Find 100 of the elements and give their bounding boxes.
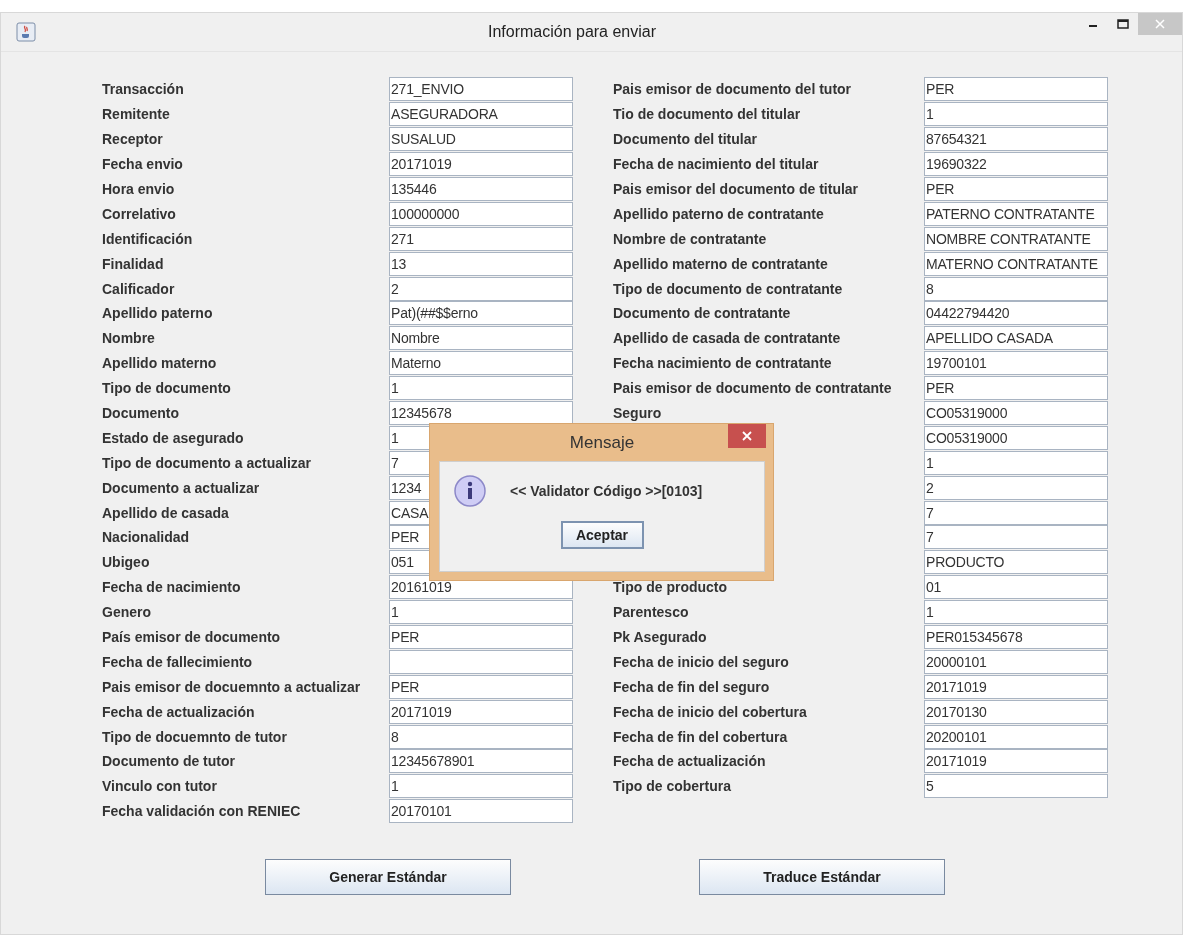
field-label: Calificador	[102, 280, 176, 297]
text-field[interactable]: PER	[924, 376, 1108, 401]
window-title: Información para enviar	[486, 23, 657, 41]
field-label: Nombre	[102, 330, 156, 347]
field-label: Tipo de documento de contratante	[613, 280, 844, 297]
field-label: Apellido paterno de contratante	[613, 205, 825, 222]
dialog-title: Mensaje	[569, 432, 635, 453]
field-label: Ubigeo	[102, 554, 151, 571]
text-field[interactable]: 04422794420	[924, 301, 1108, 326]
field-label: Fecha de actualización	[613, 753, 767, 770]
field-label: Fecha de fin del cobertura	[613, 728, 789, 745]
field-label: Pais emisor de docuemnto a actualizar	[102, 678, 362, 695]
field-label: Fecha nacimiento de contratante	[613, 355, 833, 372]
text-field[interactable]: APELLIDO CASADA	[924, 326, 1108, 351]
text-field[interactable]: PER	[924, 177, 1108, 201]
field-label: Fecha de nacimiento del titular	[613, 156, 820, 173]
text-field[interactable]: 20171019	[924, 749, 1108, 774]
text-field[interactable]: 1	[389, 600, 573, 625]
field-label: Apellido de casada de contratante	[613, 330, 842, 347]
text-field[interactable]: 1	[389, 774, 573, 799]
field-label: Documento	[102, 405, 180, 421]
field-label: Apellido materno de contratante	[613, 255, 829, 272]
maximize-icon	[1117, 19, 1129, 29]
close-icon	[742, 431, 752, 441]
text-field[interactable]: 20171019	[389, 699, 573, 724]
close-button[interactable]	[728, 424, 766, 448]
text-field[interactable]: 100000000	[389, 201, 573, 226]
field-label: Transacción	[102, 81, 185, 98]
field-label: Tipo de docuemnto de tutor	[102, 728, 288, 745]
text-field[interactable]: 20171019	[924, 674, 1108, 699]
field-label: Nombre de contratante	[613, 230, 768, 247]
text-field[interactable]: 1	[924, 102, 1108, 127]
action-button[interactable]: Generar Estándar	[265, 858, 511, 895]
text-field[interactable]: 87654321	[924, 127, 1108, 152]
field-label: Finalidad	[102, 255, 165, 272]
action-button[interactable]: Traduce Estándar	[699, 858, 945, 895]
text-field[interactable]: 12345678901	[389, 749, 573, 774]
text-field[interactable]: 2	[924, 475, 1108, 500]
field-label: Nacionalidad	[102, 529, 191, 546]
text-field[interactable]: PATERNO CONTRATANTE	[924, 201, 1108, 226]
text-field[interactable]: 19690322	[924, 152, 1108, 177]
text-field[interactable]: CO05319000	[924, 401, 1108, 425]
field-label: Fecha envio	[102, 156, 184, 173]
field-label: Fecha de nacimiento	[102, 579, 242, 596]
text-field[interactable]: PRODUCTO	[924, 550, 1108, 575]
field-label: Apellido materno	[102, 355, 218, 372]
text-field[interactable]: PER	[924, 77, 1108, 102]
field-label: Tipo de documento	[102, 380, 232, 397]
text-field[interactable]: 01	[924, 575, 1108, 600]
text-field[interactable]: CO05319000	[924, 425, 1108, 450]
text-field[interactable]: 20200101	[924, 724, 1108, 749]
text-field[interactable]: 1	[924, 600, 1108, 625]
java-cup-icon	[16, 22, 36, 42]
field-label: Estado de asegurado	[102, 429, 245, 446]
text-field[interactable]: Materno	[389, 351, 573, 376]
text-field[interactable]: 20170101	[389, 799, 573, 824]
text-field[interactable]: MATERNO CONTRATANTE	[924, 251, 1108, 276]
text-field[interactable]: 20171019	[389, 152, 573, 177]
field-label: Tipo de cobertura	[613, 778, 732, 795]
close-icon	[1155, 19, 1165, 29]
text-field[interactable]: Pat)(##$$erno	[389, 301, 573, 326]
field-label: Vinculo con tutor	[102, 778, 218, 795]
text-field[interactable]: 5	[924, 774, 1108, 799]
field-label: Documento a actualizar	[102, 479, 261, 496]
field-label: Parentesco	[613, 604, 690, 621]
text-field[interactable]	[389, 649, 573, 674]
text-field[interactable]: 20000101	[924, 649, 1108, 674]
field-label: Pais emisor de documento del tutor	[613, 81, 853, 98]
text-field[interactable]: 8	[924, 276, 1108, 301]
field-label: Apellido paterno	[102, 305, 214, 322]
text-field[interactable]: 19700101	[924, 351, 1108, 376]
text-field[interactable]: NOMBRE CONTRATANTE	[924, 226, 1108, 251]
field-label: Genero	[102, 604, 152, 621]
text-field[interactable]: 13	[389, 251, 573, 276]
text-field[interactable]: SUSALUD	[389, 127, 573, 152]
text-field[interactable]: ASEGURADORA	[389, 102, 573, 127]
text-field[interactable]: 1	[924, 450, 1108, 475]
field-label: Receptor	[102, 131, 164, 148]
field-label: Fecha de inicio del seguro	[613, 653, 790, 670]
text-field[interactable]: Nombre	[389, 326, 573, 351]
text-field[interactable]: 2	[389, 276, 573, 301]
text-field[interactable]: PER	[389, 674, 573, 699]
text-field[interactable]: PER015345678	[924, 625, 1108, 650]
accept-button[interactable]: Aceptar	[560, 521, 644, 549]
text-field[interactable]: 7	[924, 525, 1108, 550]
text-field[interactable]: 8	[389, 724, 573, 749]
field-label: Pais emisor de documento de contratante	[613, 380, 893, 397]
text-field[interactable]: 271_ENVIO	[389, 77, 573, 102]
info-icon	[454, 475, 486, 507]
field-label: Fecha de actualización	[102, 703, 256, 720]
field-label: Documento de contratante	[613, 305, 792, 322]
text-field[interactable]: 12345678	[389, 401, 573, 425]
text-field[interactable]: 20170130	[924, 699, 1108, 724]
field-label: Fecha de fallecimiento	[102, 653, 254, 670]
text-field[interactable]: 271	[389, 226, 573, 251]
text-field[interactable]: 135446	[389, 177, 573, 201]
text-field[interactable]: 1	[389, 376, 573, 401]
text-field[interactable]: PER	[389, 625, 573, 650]
text-field[interactable]: 7	[924, 500, 1108, 525]
field-label: Fecha de fin del seguro	[613, 678, 771, 695]
